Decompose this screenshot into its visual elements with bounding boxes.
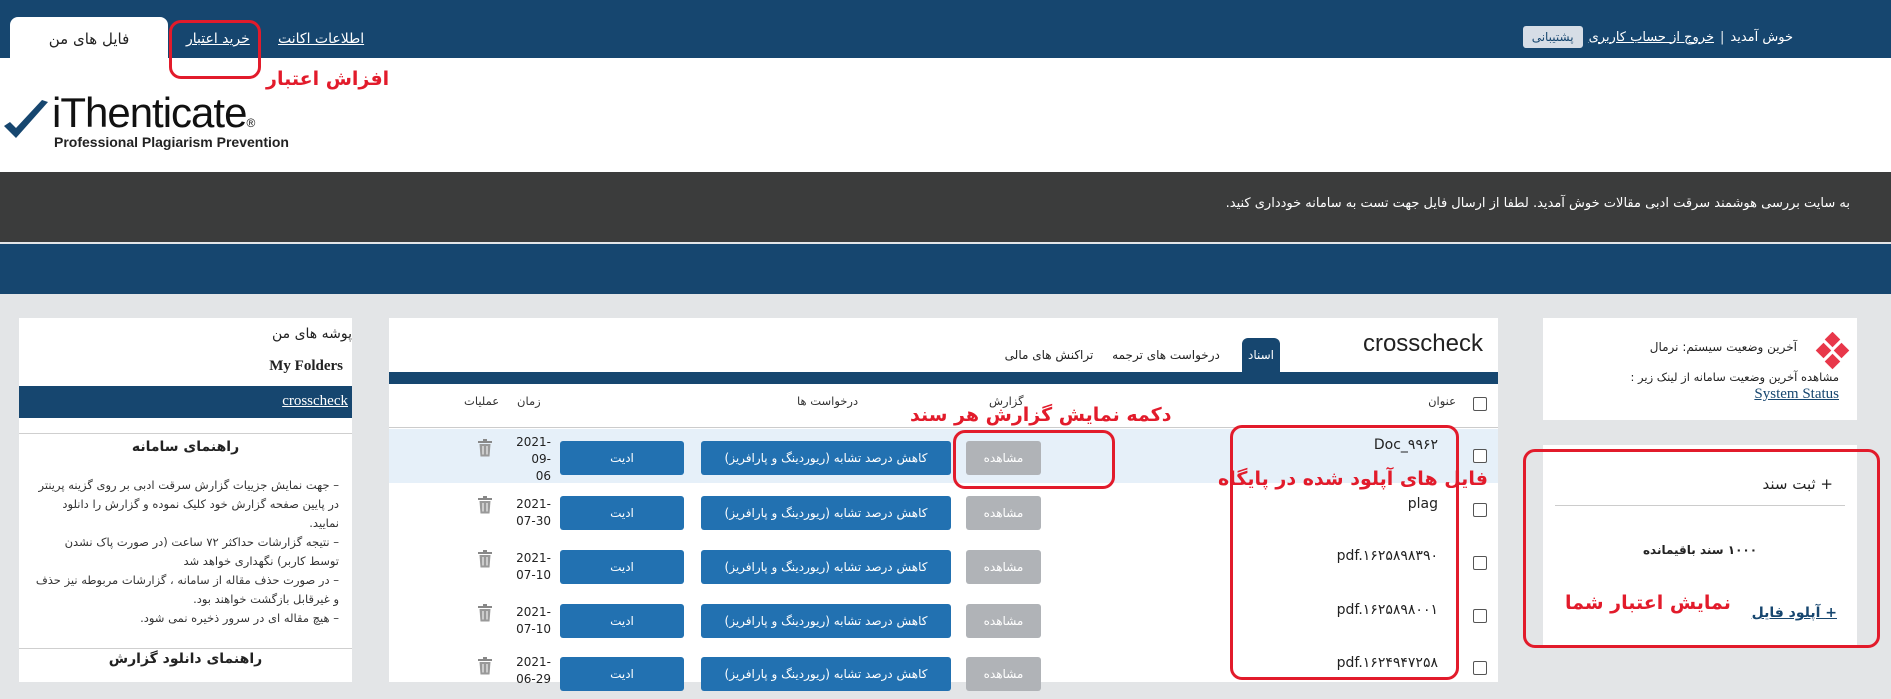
row-date: 2021- 07-10	[516, 605, 551, 636]
annotation-credit-display: نمایش اعتبار شما	[1565, 592, 1731, 614]
download-guide-title: راهنمای دانلود گزارش	[108, 651, 263, 667]
trash-icon[interactable]	[477, 604, 493, 622]
view-report-button[interactable]: مشاهده	[966, 550, 1041, 584]
trash-icon[interactable]	[477, 657, 493, 675]
row-date: 2021- 07-10	[516, 551, 551, 582]
view-report-button[interactable]: مشاهده	[966, 604, 1041, 638]
annotation-box-report	[953, 430, 1115, 489]
guide-title: راهنمای سامانه	[131, 439, 240, 455]
row-checkbox[interactable]	[1473, 503, 1487, 517]
logout-link[interactable]: خروج از حساب کاربری	[1589, 30, 1714, 45]
sidebar-item-crosscheck[interactable]: crosscheck	[19, 386, 352, 418]
logo-wordmark: iThenticate®	[52, 89, 255, 136]
system-status-panel: آخرین وضعیت سیستم: نرمال مشاهده آخرین وض…	[1543, 318, 1857, 420]
divider	[19, 648, 352, 649]
trash-icon[interactable]	[477, 439, 493, 457]
annotation-box-files	[1230, 425, 1459, 680]
logo-tagline: Professional Plagiarism Prevention	[54, 134, 289, 150]
folders-sidebar: پوشه های من My Folders crosscheck راهنما…	[19, 318, 352, 682]
edit-button[interactable]: ادیت	[560, 550, 684, 584]
column-title: عنوان	[1428, 394, 1456, 408]
row-checkbox[interactable]	[1473, 609, 1487, 623]
trash-icon[interactable]	[477, 496, 493, 514]
column-time: زمان	[517, 394, 541, 408]
system-status-text: آخرین وضعیت سیستم: نرمال	[1649, 340, 1797, 354]
row-date: 2021- 07-30	[516, 497, 551, 528]
account-info-link[interactable]: اطلاعات اکانت	[278, 31, 364, 47]
status-diamonds-icon	[1815, 332, 1850, 370]
checkmark-icon	[4, 100, 48, 138]
tab-translation-requests[interactable]: درخواست های ترجمه	[1111, 338, 1221, 372]
guide-item: – نتیجه گزارشات حداکثر ۷۲ ساعت (در صورت …	[64, 535, 339, 568]
sidebar-title: پوشه های من	[271, 326, 352, 342]
edit-button[interactable]: ادیت	[560, 441, 684, 475]
view-report-button[interactable]: مشاهده	[966, 657, 1041, 691]
row-checkbox[interactable]	[1473, 556, 1487, 570]
guide-text: – جهت نمایش جزییات گزارش سرقت ادبی بر رو…	[33, 476, 339, 628]
tab-my-files[interactable]: فایل های من	[10, 17, 168, 59]
annotation-credit-increase: افزاش اعتبار	[266, 68, 390, 90]
trash-icon[interactable]	[477, 550, 493, 568]
ithenticate-logo: iThenticate® Professional Plagiarism Pre…	[2, 92, 292, 154]
folder-title: crosscheck	[1362, 330, 1483, 357]
annotation-uploaded-files: فایل های آپلود شده در پایگاه	[1218, 468, 1488, 490]
row-date: 2021- 09- 06	[516, 435, 551, 483]
status-description: مشاهده آخرین وضعیت سامانه از لینک زیر :	[1630, 370, 1840, 384]
folder-link[interactable]: crosscheck	[282, 393, 348, 410]
tab-documents[interactable]: اسناد	[1242, 338, 1280, 372]
welcome-banner: به سایت بررسی هوشمند سرقت ادبی مقالات خو…	[0, 172, 1891, 242]
reduce-similarity-button[interactable]: کاهش درصد تشابه (ریوردینگ و پارافریز)	[701, 550, 951, 584]
reduce-similarity-button[interactable]: کاهش درصد تشابه (ریوردینگ و پارافریز)	[701, 441, 951, 475]
secondary-bar	[0, 244, 1891, 294]
annotation-box-credit-display	[1523, 449, 1880, 648]
row-checkbox[interactable]	[1473, 661, 1487, 675]
guide-item: – در صورت حذف مقاله از سامانه ، گزارشات …	[35, 573, 339, 606]
separator: |	[1720, 29, 1725, 45]
reduce-similarity-button[interactable]: کاهش درصد تشابه (ریوردینگ و پارافریز)	[701, 657, 951, 691]
row-date: 2021- 06-29	[516, 655, 551, 686]
system-status-link[interactable]: System Status	[1754, 386, 1839, 403]
guide-item: – هیچ مقاله ای در سرور ذخیره نمی شود.	[140, 611, 339, 625]
user-menu: خوش آمدید | خروج از حساب کاربری پشتیبانی	[1522, 26, 1793, 48]
tab-financial-transactions[interactable]: تراکنش های مالی	[999, 338, 1099, 372]
my-folders-heading: My Folders	[269, 358, 343, 374]
guide-item: – جهت نمایش جزییات گزارش سرقت ادبی بر رو…	[38, 478, 340, 530]
support-button[interactable]: پشتیبانی	[1522, 26, 1583, 48]
banner-message: به سایت بررسی هوشمند سرقت ادبی مقالات خو…	[1225, 196, 1850, 211]
edit-button[interactable]: ادیت	[560, 604, 684, 638]
row-checkbox[interactable]	[1473, 449, 1487, 463]
tab-underline	[389, 372, 1498, 384]
reduce-similarity-button[interactable]: کاهش درصد تشابه (ریوردینگ و پارافریز)	[701, 496, 951, 530]
select-all-checkbox[interactable]	[1473, 397, 1487, 411]
column-actions: عملیات	[464, 394, 500, 408]
annotation-box-credit	[169, 20, 261, 79]
edit-button[interactable]: ادیت	[560, 657, 684, 691]
edit-button[interactable]: ادیت	[560, 496, 684, 530]
divider	[19, 433, 352, 434]
reduce-similarity-button[interactable]: کاهش درصد تشابه (ریوردینگ و پارافریز)	[701, 604, 951, 638]
annotation-report-button: دکمه نمایش گزارش هر سند	[910, 404, 1172, 426]
view-report-button[interactable]: مشاهده	[966, 496, 1041, 530]
column-requests: درخواست ها	[797, 394, 859, 408]
welcome-text: خوش آمدید	[1730, 29, 1793, 45]
